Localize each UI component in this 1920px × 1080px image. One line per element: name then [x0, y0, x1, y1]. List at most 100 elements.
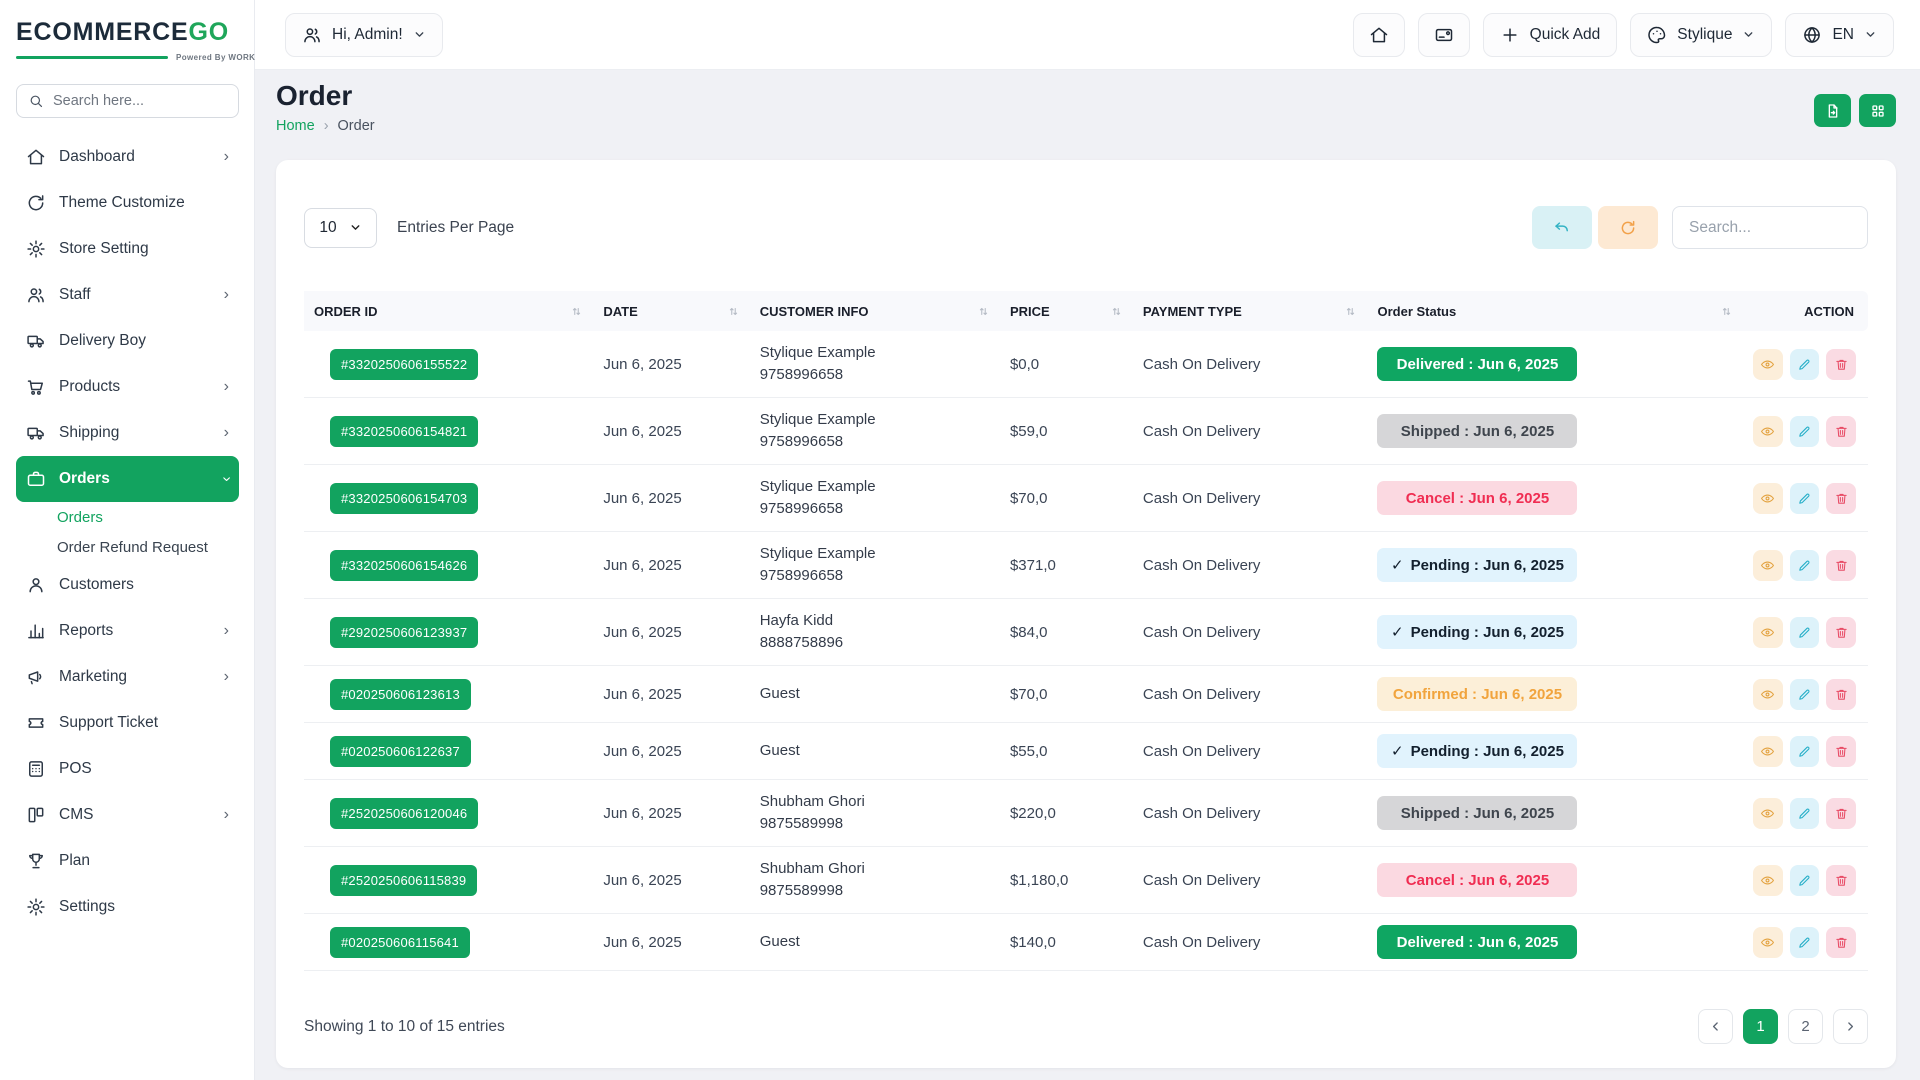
- sidebar-item[interactable]: Reports: [16, 608, 239, 654]
- view-order-button[interactable]: [1753, 736, 1783, 767]
- sidebar-search[interactable]: [16, 84, 239, 118]
- sort-icon[interactable]: [1110, 305, 1123, 318]
- sidebar-item[interactable]: Order Refund Request: [16, 532, 239, 562]
- page-button[interactable]: 2: [1788, 1009, 1823, 1044]
- view-order-button[interactable]: [1753, 416, 1783, 447]
- view-order-button[interactable]: [1753, 349, 1783, 380]
- sort-icon[interactable]: [1720, 305, 1733, 318]
- language-select-button[interactable]: EN: [1785, 13, 1894, 57]
- delete-order-button[interactable]: [1826, 349, 1856, 380]
- column-header[interactable]: PRICE: [1000, 291, 1133, 331]
- edit-order-button[interactable]: [1790, 798, 1820, 829]
- sidebar-item[interactable]: Settings: [16, 884, 239, 930]
- sort-icon[interactable]: [570, 305, 583, 318]
- view-order-button[interactable]: [1753, 798, 1783, 829]
- admin-menu-button[interactable]: Hi, Admin!: [285, 13, 443, 57]
- table-search-input[interactable]: [1672, 206, 1868, 249]
- edit-order-button[interactable]: [1790, 927, 1820, 958]
- sidebar-item[interactable]: Shipping: [16, 410, 239, 456]
- view-order-button[interactable]: [1753, 550, 1783, 581]
- delete-order-button[interactable]: [1826, 865, 1856, 896]
- grid-view-button[interactable]: [1859, 94, 1896, 127]
- delete-order-button[interactable]: [1826, 736, 1856, 767]
- table-footer: Showing 1 to 10 of 15 entries 1 2: [304, 1009, 1868, 1044]
- customer-cell: Stylique Example 9758996658: [750, 532, 1000, 599]
- edit-order-button[interactable]: [1790, 349, 1820, 380]
- export-button[interactable]: [1814, 94, 1851, 127]
- sidebar-item[interactable]: Store Setting: [16, 226, 239, 272]
- pagination-next-button[interactable]: [1833, 1009, 1868, 1044]
- sidebar-item[interactable]: POS: [16, 746, 239, 792]
- sort-icon[interactable]: [1344, 305, 1357, 318]
- order-id-badge[interactable]: #2520250606115839: [330, 865, 477, 896]
- column-header[interactable]: DATE: [593, 291, 749, 331]
- view-order-button[interactable]: [1753, 679, 1783, 710]
- price-cell: $140,0: [1000, 914, 1133, 971]
- status-badge: Delivered : Jun 6, 2025: [1377, 347, 1577, 381]
- order-id-badge[interactable]: #2520250606120046: [330, 798, 478, 829]
- edit-order-button[interactable]: [1790, 416, 1820, 447]
- messages-button[interactable]: [1418, 13, 1470, 57]
- sidebar-item[interactable]: Staff: [16, 272, 239, 318]
- sidebar-item[interactable]: Orders: [16, 502, 239, 532]
- undo-button[interactable]: [1532, 206, 1592, 249]
- entries-per-page-select[interactable]: 10: [304, 208, 377, 248]
- order-id-badge[interactable]: #2920250606123937: [330, 617, 478, 648]
- view-order-button[interactable]: [1753, 927, 1783, 958]
- edit-order-button[interactable]: [1790, 736, 1820, 767]
- home-button[interactable]: [1353, 13, 1405, 57]
- edit-order-button[interactable]: [1790, 550, 1820, 581]
- column-header[interactable]: ORDER ID: [304, 291, 593, 331]
- theme-select-button[interactable]: Stylique: [1630, 13, 1772, 57]
- sidebar-item[interactable]: Customers: [16, 562, 239, 608]
- delete-order-button[interactable]: [1826, 416, 1856, 447]
- breadcrumb-home-link[interactable]: Home: [276, 118, 315, 134]
- sidebar-item[interactable]: Marketing: [16, 654, 239, 700]
- order-id-badge[interactable]: #020250606122637: [330, 736, 471, 767]
- sidebar-item[interactable]: CMS: [16, 792, 239, 838]
- sidebar-item[interactable]: Delivery Boy: [16, 318, 239, 364]
- powered-by: Powered By WORKDO: [16, 53, 239, 62]
- brand-logo-accent: GO: [188, 18, 229, 47]
- view-order-button[interactable]: [1753, 483, 1783, 514]
- pagination-prev-button[interactable]: [1698, 1009, 1733, 1044]
- edit-order-button[interactable]: [1790, 865, 1820, 896]
- order-id-badge[interactable]: #3320250606154626: [330, 550, 478, 581]
- view-order-button[interactable]: [1753, 865, 1783, 896]
- quick-add-button[interactable]: Quick Add: [1483, 13, 1618, 57]
- sidebar-item-label: Orders: [57, 509, 103, 526]
- delete-order-button[interactable]: [1826, 550, 1856, 581]
- order-id-badge[interactable]: #020250606123613: [330, 679, 471, 710]
- sort-icon[interactable]: [977, 305, 990, 318]
- column-header[interactable]: Order Status: [1367, 291, 1742, 331]
- column-header[interactable]: PAYMENT TYPE: [1133, 291, 1368, 331]
- sidebar-item[interactable]: Theme Customize: [16, 180, 239, 226]
- sidebar-item[interactable]: Orders: [16, 456, 239, 502]
- edit-order-button[interactable]: [1790, 679, 1820, 710]
- sidebar-item[interactable]: Products: [16, 364, 239, 410]
- view-order-button[interactable]: [1753, 617, 1783, 648]
- delete-order-button[interactable]: [1826, 679, 1856, 710]
- price-cell: $0,0: [1000, 331, 1133, 398]
- order-id-badge[interactable]: #3320250606155522: [330, 349, 478, 380]
- sidebar-search-input[interactable]: [53, 93, 227, 109]
- sidebar-item[interactable]: Dashboard: [16, 134, 239, 180]
- column-header[interactable]: ACTION: [1743, 291, 1868, 331]
- delete-order-button[interactable]: [1826, 927, 1856, 958]
- refresh-button[interactable]: [1598, 206, 1658, 249]
- sidebar-item[interactable]: Support Ticket: [16, 700, 239, 746]
- brand-logo[interactable]: ECOMMERCE GO: [16, 18, 239, 47]
- sidebar-item[interactable]: Plan: [16, 838, 239, 884]
- column-header[interactable]: CUSTOMER INFO: [750, 291, 1000, 331]
- order-id-badge[interactable]: #3320250606154821: [330, 416, 478, 447]
- delete-order-button[interactable]: [1826, 798, 1856, 829]
- status-badge: Cancel : Jun 6, 2025: [1377, 481, 1577, 515]
- sort-icon[interactable]: [727, 305, 740, 318]
- edit-order-button[interactable]: [1790, 483, 1820, 514]
- order-id-badge[interactable]: #020250606115641: [330, 927, 470, 958]
- delete-order-button[interactable]: [1826, 617, 1856, 648]
- edit-order-button[interactable]: [1790, 617, 1820, 648]
- delete-order-button[interactable]: [1826, 483, 1856, 514]
- page-button[interactable]: 1: [1743, 1009, 1778, 1044]
- order-id-badge[interactable]: #3320250606154703: [330, 483, 478, 514]
